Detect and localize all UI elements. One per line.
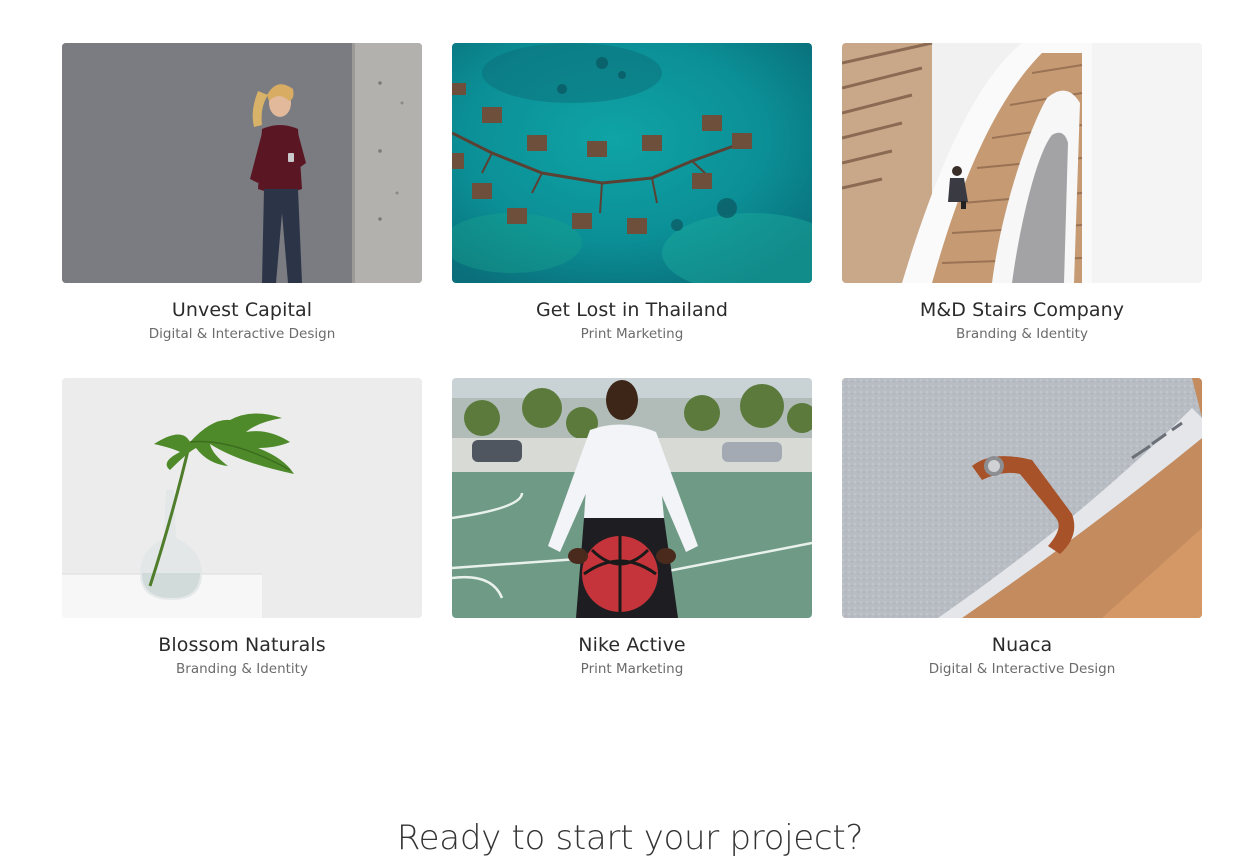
portfolio-card-get-lost-in-thailand[interactable]: Get Lost in Thailand Print Marketing [452, 43, 812, 378]
project-thumbnail[interactable] [452, 378, 812, 618]
project-title[interactable]: Nike Active [578, 633, 685, 657]
page: Unvest Capital Digital & Interactive Des… [0, 0, 1260, 864]
project-title[interactable]: M&D Stairs Company [920, 298, 1124, 322]
project-thumbnail[interactable] [842, 43, 1202, 283]
portfolio-card-nuaca[interactable]: Nuaca Digital & Interactive Design [842, 378, 1202, 713]
leaf-in-vase-image [62, 378, 422, 618]
project-category: Branding & Identity [176, 661, 308, 677]
project-title[interactable]: Nuaca [992, 633, 1053, 657]
project-category: Branding & Identity [956, 326, 1088, 342]
basketball-player-image [452, 378, 812, 618]
portfolio-card-md-stairs-company[interactable]: M&D Stairs Company Branding & Identity [842, 43, 1202, 378]
aerial-water-villas-image [452, 43, 812, 283]
portfolio-card-unvest-capital[interactable]: Unvest Capital Digital & Interactive Des… [62, 43, 422, 378]
project-thumbnail[interactable] [62, 378, 422, 618]
woman-leaning-on-wall-image [62, 43, 422, 283]
project-title[interactable]: Blossom Naturals [158, 633, 326, 657]
spiral-staircase-image [842, 43, 1202, 283]
portfolio-card-blossom-naturals[interactable]: Blossom Naturals Branding & Identity [62, 378, 422, 713]
cta-heading: Ready to start your project? [396, 818, 864, 858]
portfolio-card-nike-active[interactable]: Nike Active Print Marketing [452, 378, 812, 713]
project-thumbnail[interactable] [842, 378, 1202, 618]
project-thumbnail[interactable] [62, 43, 422, 283]
project-category: Digital & Interactive Design [148, 326, 336, 342]
project-category: Print Marketing [580, 326, 684, 342]
project-title[interactable]: Get Lost in Thailand [536, 298, 728, 322]
portfolio-grid: Unvest Capital Digital & Interactive Des… [62, 43, 1202, 713]
felt-laptop-sleeve-image [842, 378, 1202, 618]
project-title[interactable]: Unvest Capital [172, 298, 312, 322]
project-category: Digital & Interactive Design [928, 661, 1116, 677]
project-category: Print Marketing [580, 661, 684, 677]
project-thumbnail[interactable] [452, 43, 812, 283]
